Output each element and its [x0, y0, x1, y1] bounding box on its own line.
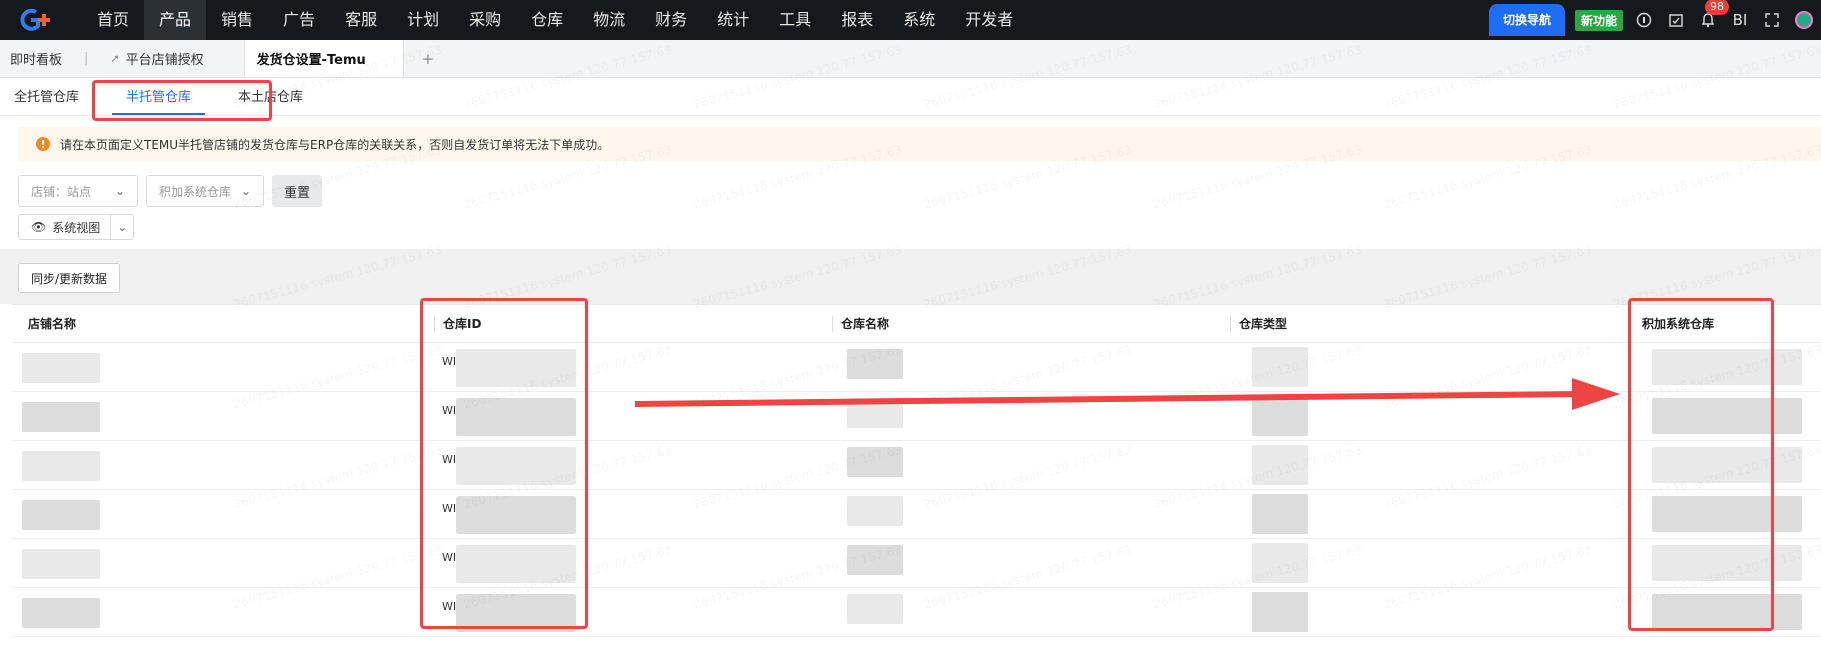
notification-badge: 98 — [1705, 0, 1729, 15]
nav-item[interactable]: 物流 — [578, 0, 640, 40]
col-warehouse-name[interactable]: 仓库名称 — [832, 316, 889, 332]
tab-store-auth-label: 平台店铺授权 — [125, 53, 204, 68]
store-site-select[interactable]: 店铺：站点 ⌄ — [18, 175, 138, 207]
nav-item[interactable]: 报表 — [826, 0, 888, 40]
new-feature-button[interactable]: 新功能 — [1574, 9, 1623, 31]
page-tab-bar: 即时看板 | ➚ 平台店铺授权 发货仓设置-Temu + — [0, 40, 1821, 78]
col-warehouse-type[interactable]: 仓库类型 — [1230, 316, 1287, 332]
warehouse-type-cell — [1252, 347, 1308, 387]
pin-icon[interactable]: ➚ — [110, 52, 119, 65]
top-navigation-bar: 首页 产品 销售 广告 客服 计划 采购 仓库 物流 财务 统计 工具 报表 系统 开发者 切换导航 新功能… — [0, 0, 1821, 40]
eye-icon: 👁 — [31, 220, 47, 234]
nav-item[interactable]: 开发者 — [950, 0, 1028, 40]
nav-item[interactable]: 广告 — [268, 0, 330, 40]
chevron-down-icon: ⌄ — [114, 184, 125, 198]
tab-warehouse-settings[interactable]: 发货仓设置-Temu — [243, 40, 404, 77]
table-header: 店铺名称 仓库ID 仓库名称 仓库类型 积加系统仓库 — [12, 305, 1821, 343]
table-row: WI — [12, 343, 1821, 392]
table-row: WI — [12, 441, 1821, 490]
highlight-box-warehouse-id — [420, 298, 588, 629]
task-check-icon[interactable] — [1665, 9, 1687, 31]
system-warehouse-select[interactable]: 积加系统仓库 ⌄ — [146, 175, 264, 207]
table-row: WI — [12, 539, 1821, 588]
table-toolbar — [0, 249, 1821, 304]
system-view-button[interactable]: 👁 系统视图 ⌄ — [18, 214, 135, 240]
nav-item[interactable]: 计划 — [392, 0, 454, 40]
warehouse-type-cell — [1252, 543, 1308, 583]
chevron-down-icon: ⌄ — [240, 184, 251, 198]
warehouse-name-cell — [847, 447, 903, 477]
store-site-placeholder: 店铺：站点 — [31, 184, 92, 199]
store-name-cell — [22, 353, 100, 383]
tab-full-managed[interactable]: 全托管仓库 — [0, 86, 93, 115]
warehouse-name-cell — [847, 545, 903, 575]
nav-item[interactable]: 仓库 — [516, 0, 578, 40]
warehouse-table: 店铺名称 仓库ID 仓库名称 仓库类型 积加系统仓库 WI WI WI WI WI WI — [12, 304, 1821, 645]
add-tab-button[interactable]: + — [412, 40, 445, 77]
warning-alert: ! 请在本页面定义TEMU半托管店铺的发货仓库与ERP仓库的关联关系，否则自发货… — [18, 127, 1821, 161]
nav-item[interactable]: 系统 — [888, 0, 950, 40]
warehouse-type-cell — [1252, 494, 1308, 534]
warehouse-type-cell — [1252, 592, 1308, 632]
nav-item[interactable]: 客服 — [330, 0, 392, 40]
nav-item[interactable]: 销售 — [206, 0, 268, 40]
nav-item[interactable]: 首页 — [82, 0, 144, 40]
warning-icon: ! — [36, 137, 50, 151]
table-row: WI — [12, 392, 1821, 441]
highlight-box-tabs — [92, 80, 272, 121]
nav-item[interactable]: 采购 — [454, 0, 516, 40]
avatar[interactable] — [1793, 9, 1815, 31]
table-row: WI — [12, 588, 1821, 637]
warehouse-type-cell — [1252, 396, 1308, 436]
warehouse-name-cell — [847, 398, 903, 428]
sync-data-button[interactable]: 同步/更新数据 — [18, 263, 121, 293]
warehouse-name-cell — [847, 349, 903, 379]
bell-icon[interactable]: 98 — [1697, 0, 1729, 31]
col-store-name[interactable]: 店铺名称 — [20, 316, 76, 332]
nav-item[interactable]: 产品 — [144, 0, 207, 40]
store-name-cell — [22, 402, 100, 432]
tab-divider: | — [84, 51, 89, 66]
chevron-down-icon[interactable]: ⌄ — [110, 215, 133, 239]
nav-item[interactable]: 统计 — [702, 0, 764, 40]
highlight-box-system-warehouse — [1628, 298, 1774, 631]
tab-store-auth[interactable]: ➚ 平台店铺授权 — [100, 40, 213, 77]
info-icon[interactable] — [1633, 9, 1655, 31]
system-warehouse-placeholder: 积加系统仓库 — [159, 184, 232, 199]
user-initials[interactable]: BI — [1729, 9, 1751, 31]
switch-nav-button[interactable]: 切换导航 — [1488, 4, 1565, 36]
table-row: WI — [12, 490, 1821, 539]
nav-item[interactable]: 工具 — [764, 0, 826, 40]
app-logo[interactable] — [0, 0, 80, 40]
store-name-cell — [22, 549, 100, 579]
tab-dashboard[interactable]: 即时看板 — [0, 40, 72, 77]
store-name-cell — [22, 451, 100, 481]
store-name-cell — [22, 598, 100, 628]
warehouse-type-tabs: 全托管仓库 半托管仓库 本土店仓库 — [0, 78, 1821, 116]
warehouse-type-cell — [1252, 445, 1308, 485]
nav-item[interactable]: 财务 — [640, 0, 702, 40]
system-view-label: 系统视图 — [52, 220, 101, 235]
warehouse-name-cell — [847, 496, 903, 526]
reset-button[interactable]: 重置 — [272, 175, 322, 207]
store-name-cell — [22, 500, 100, 530]
fullscreen-icon[interactable] — [1761, 9, 1783, 31]
warehouse-name-cell — [847, 594, 903, 624]
alert-text: 请在本页面定义TEMU半托管店铺的发货仓库与ERP仓库的关联关系，否则自发货订单… — [60, 137, 610, 152]
